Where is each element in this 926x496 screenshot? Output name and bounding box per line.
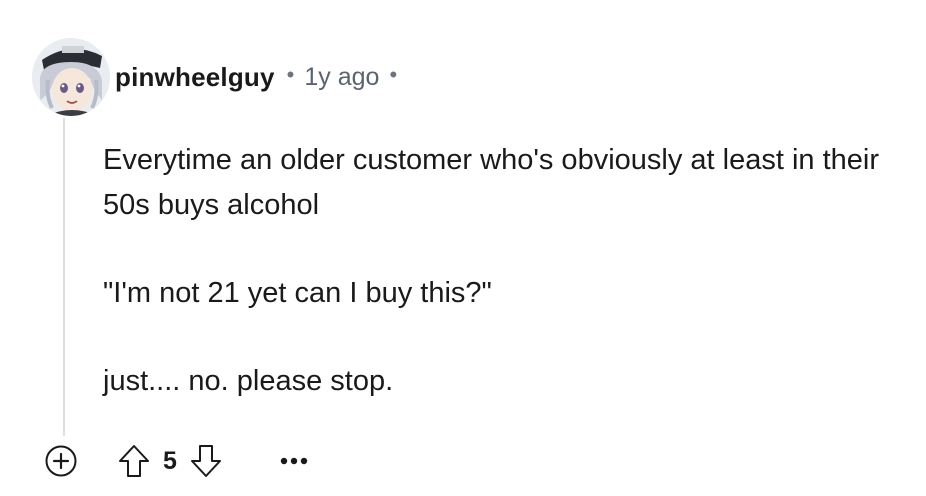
comment-timestamp[interactable]: 1y ago [304,63,379,92]
arrow-up-outline-icon [119,445,149,477]
plus-circle-icon [45,445,77,477]
vote-group: 5 [114,438,226,484]
more-options-button[interactable] [272,438,316,484]
downvote-button[interactable] [186,438,226,484]
avatar[interactable] [32,38,110,116]
avatar-image [32,38,110,116]
thread-line[interactable] [63,118,65,436]
vote-score: 5 [163,446,177,475]
comment-body: Everytime an older customer who's obviou… [103,138,903,447]
upvote-button[interactable] [114,438,154,484]
author-username[interactable]: pinwheelguy [115,62,275,93]
meta-separator: • [286,62,295,87]
arrow-down-outline-icon [191,445,221,477]
comment-paragraph: "I'm not 21 yet can I buy this?" [103,277,492,309]
ellipsis-icon [280,457,308,465]
comment-paragraph: Everytime an older customer who's obviou… [103,144,879,221]
comment-action-bar: 5 [38,436,316,486]
meta-separator: • [389,62,398,87]
expand-replies-button[interactable] [38,438,84,484]
comment-paragraph: just.... no. please stop. [103,365,394,397]
comment: pinwheelguy • 1y ago • Everytime an olde… [0,0,926,496]
comment-meta: pinwheelguy • 1y ago • [115,58,397,96]
